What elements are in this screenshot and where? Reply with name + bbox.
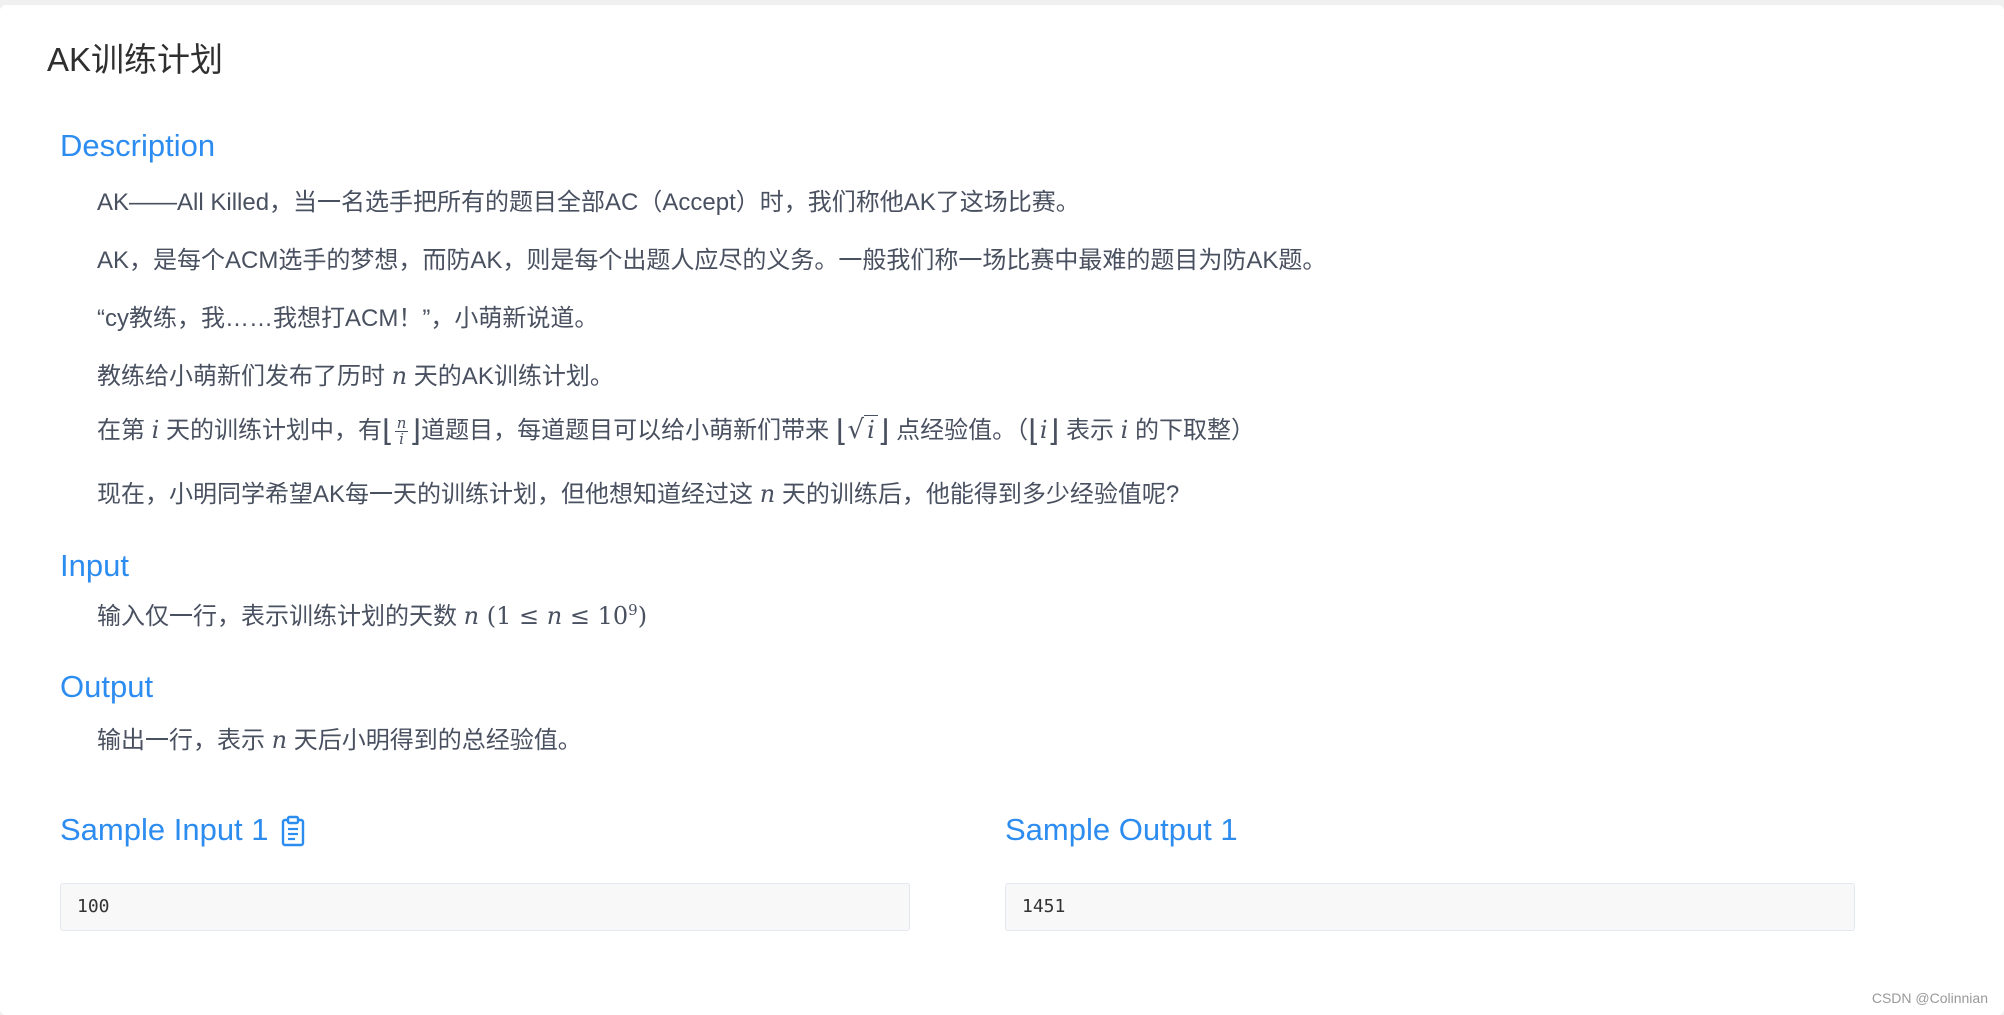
output-heading: Output xyxy=(60,669,154,704)
sample-output-title: Sample Output 1 xyxy=(1005,812,1238,847)
constraint-exponent: 9 xyxy=(628,601,638,619)
text: 输入仅一行，表示训练计划的天数 xyxy=(97,603,464,630)
sample-output-box[interactable]: 1451 xyxy=(1005,883,1855,931)
fraction: ni xyxy=(394,416,409,449)
floor-left-bracket: ⌊ xyxy=(382,414,394,450)
floor-right-bracket: ⌋ xyxy=(409,414,422,450)
description-heading: Description xyxy=(60,128,216,163)
sample-input-value: 100 xyxy=(77,896,110,917)
fraction-denominator: i xyxy=(399,430,404,449)
text: 道题目，每道题目可以给小萌新们带来 xyxy=(421,417,836,444)
sample-input-title: Sample Input 1 xyxy=(60,812,269,847)
math-variable: n xyxy=(391,362,408,390)
problem-card xyxy=(0,5,2004,1015)
description-paragraph-2: AK，是每个ACM选手的梦想，而防AK，则是每个出题人应尽的义务。一般我们称一场… xyxy=(97,247,1327,274)
text: 现在，小明同学希望AK每一天的训练计划，但他想知道经过这 xyxy=(97,481,760,508)
output-text: 输出一行，表示 n 天后小明得到的总经验值。 xyxy=(97,720,582,755)
math-variable: n xyxy=(271,726,288,754)
constraint-close: ) xyxy=(637,602,648,630)
text: 输出一行，表示 xyxy=(97,727,272,754)
floor-argument: i xyxy=(1039,416,1048,444)
watermark: CSDN @Colinnian xyxy=(1871,990,1988,1006)
text: 天的训练计划中，有 xyxy=(159,417,383,444)
text: 表示 xyxy=(1059,417,1121,444)
floor-right-bracket: ⌋ xyxy=(877,414,890,450)
text: 天的AK训练计划。 xyxy=(407,363,614,390)
math-variable: n xyxy=(463,602,480,630)
page-title: AK训练计划 xyxy=(47,41,224,78)
description-paragraph-1: AK——All Killed，当一名选手把所有的题目全部AC（Accept）时，… xyxy=(97,189,1080,216)
description-paragraph-4: 教练给小萌新们发布了历时 n 天的AK训练计划。 xyxy=(97,356,614,391)
constraint-mid: ≤ 10 xyxy=(562,602,629,630)
text: 的下取整） xyxy=(1128,417,1256,444)
input-heading: Input xyxy=(60,548,129,583)
input-text: 输入仅一行，表示训练计划的天数 n (1 ≤ n ≤ 109) xyxy=(97,596,647,631)
text: 教练给小萌新们发布了历时 xyxy=(97,363,392,390)
sqrt-sign: √ xyxy=(847,415,865,445)
description-paragraph-3: “cy教练，我……我想打ACM！”，小萌新说道。 xyxy=(97,305,599,332)
description-paragraph-5: 在第 i 天的训练计划中，有⌊ n i ⌋道题目，每道题目可以给小萌新们带来 ⌊√ i ⌋… xyxy=(97,410,1255,449)
sqrt-argument: i xyxy=(864,415,878,444)
text: 天后小明得到的总经验值。 xyxy=(287,727,582,754)
math-variable: n xyxy=(759,480,776,508)
floor-left-bracket: ⌊ xyxy=(1028,414,1040,450)
sample-input-box[interactable]: 100 xyxy=(60,883,910,931)
text: 在第 xyxy=(97,417,152,444)
floor-right-bracket: ⌋ xyxy=(1047,414,1060,450)
constraint-open: (1 ≤ xyxy=(479,602,547,630)
constraint-variable: n xyxy=(546,602,563,630)
floor-left-bracket: ⌊ xyxy=(835,414,848,450)
text: 天的训练后，他能得到多少经验值呢? xyxy=(775,481,1180,508)
sample-output-value: 1451 xyxy=(1022,896,1066,917)
description-paragraph-6: 现在，小明同学希望AK每一天的训练计划，但他想知道经过这 n 天的训练后，他能得… xyxy=(97,474,1179,509)
text: 点经验值。（ xyxy=(889,417,1029,444)
clipboard-icon[interactable] xyxy=(280,815,306,847)
